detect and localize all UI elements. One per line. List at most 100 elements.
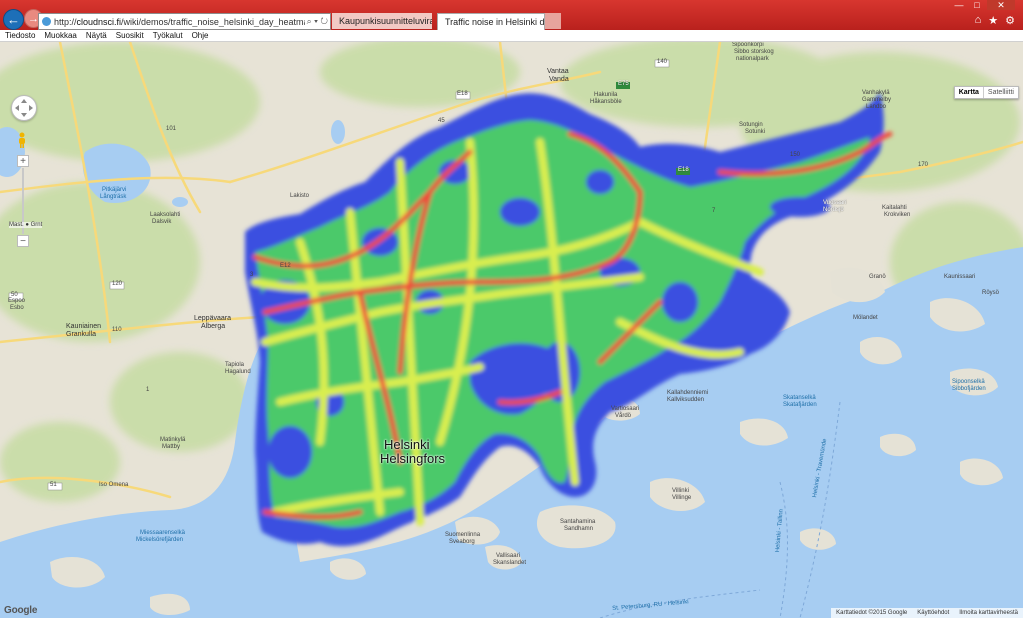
back-button[interactable]: ← <box>3 9 24 30</box>
place-label: Sandhamn <box>564 526 594 532</box>
place-label: Skatanselkä <box>783 395 816 401</box>
place-label: Skatafjärden <box>783 402 817 408</box>
road-number-label: 101 <box>166 126 177 132</box>
road-number-label: 170 <box>918 162 929 168</box>
page-favicon <box>42 17 51 26</box>
place-label: Alberga <box>201 323 226 330</box>
place-label: Sveaborg <box>449 539 475 545</box>
place-label: Hagalund <box>225 369 251 375</box>
menu-item-ohje[interactable]: Ohje <box>187 31 213 40</box>
minimize-icon[interactable]: — <box>951 0 967 10</box>
address-bar[interactable]: http://cloudnsci.fi/wiki/demos/traffic_n… <box>38 13 331 30</box>
road-number-label: 3 <box>250 272 254 278</box>
place-label: Granö <box>869 274 886 280</box>
place-label: Matinkylä <box>160 437 186 443</box>
pan-arrows-icon <box>15 99 33 117</box>
place-label: Vallisaari <box>496 553 520 559</box>
map-canvas[interactable]: Helsinki Helsingfors Vantaa Vanda Sipoon… <box>0 42 1023 618</box>
place-label: Dalsvik <box>152 219 172 225</box>
tab-label: Traffic noise in Helsinki duri... <box>445 17 545 27</box>
menu-item-muokkaa[interactable]: Muokkaa <box>39 31 80 40</box>
place-label: Kaitalahti <box>882 205 907 211</box>
place-label: Vartiosaari <box>611 406 640 412</box>
place-label: Röysö <box>982 290 1000 296</box>
terms-link[interactable]: Käyttöehdot <box>912 610 954 616</box>
road-number-label: 110 <box>112 327 122 333</box>
place-label: Leppävaara <box>194 315 231 322</box>
place-label: Hakunila <box>594 92 618 98</box>
place-label: Villinki <box>672 488 689 494</box>
menu-item-tiedosto[interactable]: Tiedosto <box>0 31 39 40</box>
zoom-control: + − <box>17 155 29 247</box>
place-label: Sotunki <box>745 129 766 135</box>
address-controls[interactable]: ⌕ ▾ ↻ <box>305 16 330 27</box>
close-icon[interactable]: ✕ <box>987 0 1015 10</box>
place-label: Sibbo storskog <box>734 49 774 55</box>
street-view-pegman-icon[interactable] <box>17 132 27 148</box>
road-number-label: 51 <box>50 482 57 488</box>
road-number-label: E12 <box>280 263 291 269</box>
browser-title-bar: ← → http://cloudnsci.fi/wiki/demos/traff… <box>0 0 1023 30</box>
place-label: Laaksolahti <box>150 212 181 218</box>
road-number-label: E18 <box>678 167 689 173</box>
place-label: Vanda <box>549 76 569 83</box>
tab-kaupunkisuunnitteluvirasto[interactable]: Kaupunkisuunnitteluvirasto <box>332 13 432 29</box>
new-tab-button[interactable] <box>545 13 561 29</box>
zoom-out-button[interactable]: − <box>17 235 29 247</box>
place-label: Espoo <box>8 298 26 304</box>
google-logo: Google <box>4 605 38 616</box>
place-label: Vantaa <box>547 68 569 75</box>
road-number-label: 120 <box>112 281 123 287</box>
menu-item-tyokalut[interactable]: Työkalut <box>148 31 187 40</box>
map-type-control: Kartta Satelliitti <box>953 86 1019 99</box>
map-attribution: Karttatiedot ©2015 Google Käyttöehdot Il… <box>831 608 1023 618</box>
pan-control[interactable] <box>11 95 37 121</box>
place-label: Grankulla <box>66 331 96 338</box>
menu-item-nayta[interactable]: Näytä <box>81 31 111 40</box>
road-number-label: 50 <box>11 292 18 298</box>
tab-traffic-noise[interactable]: Traffic noise in Helsinki duri... × <box>437 13 545 30</box>
place-label: Vanhakylä <box>862 90 890 96</box>
menu-item-suosikit[interactable]: Suosikit <box>111 31 148 40</box>
place-label: Santahamina <box>560 519 596 525</box>
report-error-link[interactable]: Ilmoita karttavirheestä <box>954 610 1023 616</box>
place-label: Suomenlinna <box>445 532 481 538</box>
favorites-star-icon[interactable]: ★ <box>988 14 998 27</box>
map-type-map-button[interactable]: Kartta <box>955 87 983 98</box>
attribution-text: Karttatiedot ©2015 Google <box>836 610 908 616</box>
zoom-level-label: Mast. ● Grnt <box>9 222 43 228</box>
map-type-satellite-button[interactable]: Satelliitti <box>982 87 1018 98</box>
browser-toolbar-icons: ⌂ ★ ⚙ <box>968 14 1015 27</box>
place-label: Vuosaari <box>823 200 847 206</box>
road-number-label: E75 <box>618 81 629 87</box>
place-label-large: Helsinki <box>384 437 430 452</box>
road-number-label: E18 <box>457 91 468 97</box>
place-label: Kallahdenniemi <box>667 390 709 396</box>
maximize-icon[interactable]: □ <box>969 0 985 10</box>
home-icon[interactable]: ⌂ <box>975 14 982 27</box>
place-label: Vårdö <box>615 413 632 419</box>
road-number-label: 45 <box>438 118 445 124</box>
place-label: Sipoonkorpi <box>732 42 764 48</box>
place-label: Lakisto <box>290 193 310 199</box>
place-label: Sibbofjärden <box>952 386 986 392</box>
zoom-in-button[interactable]: + <box>17 155 29 167</box>
place-label: Landbo <box>866 104 887 110</box>
place-label: Skanslandet <box>493 560 527 566</box>
window-buttons: — □ ✕ <box>949 0 1015 10</box>
place-label: Kauniainen <box>66 323 102 330</box>
arrow-left-icon: ← <box>7 12 20 27</box>
place-label: Långträsk <box>100 194 127 200</box>
place-label: Miessaarenselkä <box>140 530 186 536</box>
tools-gear-icon[interactable]: ⚙ <box>1005 14 1015 27</box>
tab-label: Kaupunkisuunnitteluvirasto <box>339 16 432 26</box>
address-url[interactable]: http://cloudnsci.fi/wiki/demos/traffic_n… <box>54 17 305 27</box>
place-label: Gammelby <box>862 97 892 103</box>
url-path: /wiki/demos/traffic_noise_helsinki_day_h… <box>121 16 305 27</box>
url-domain: cloudnsci.fi <box>76 16 122 27</box>
place-label: Sipoonselkä <box>952 379 985 385</box>
url-prefix: http:// <box>54 16 77 27</box>
place-label: Kaunissaari <box>944 274 976 280</box>
place-label: Tapiola <box>225 362 245 368</box>
road-number-label: 140 <box>657 59 668 65</box>
